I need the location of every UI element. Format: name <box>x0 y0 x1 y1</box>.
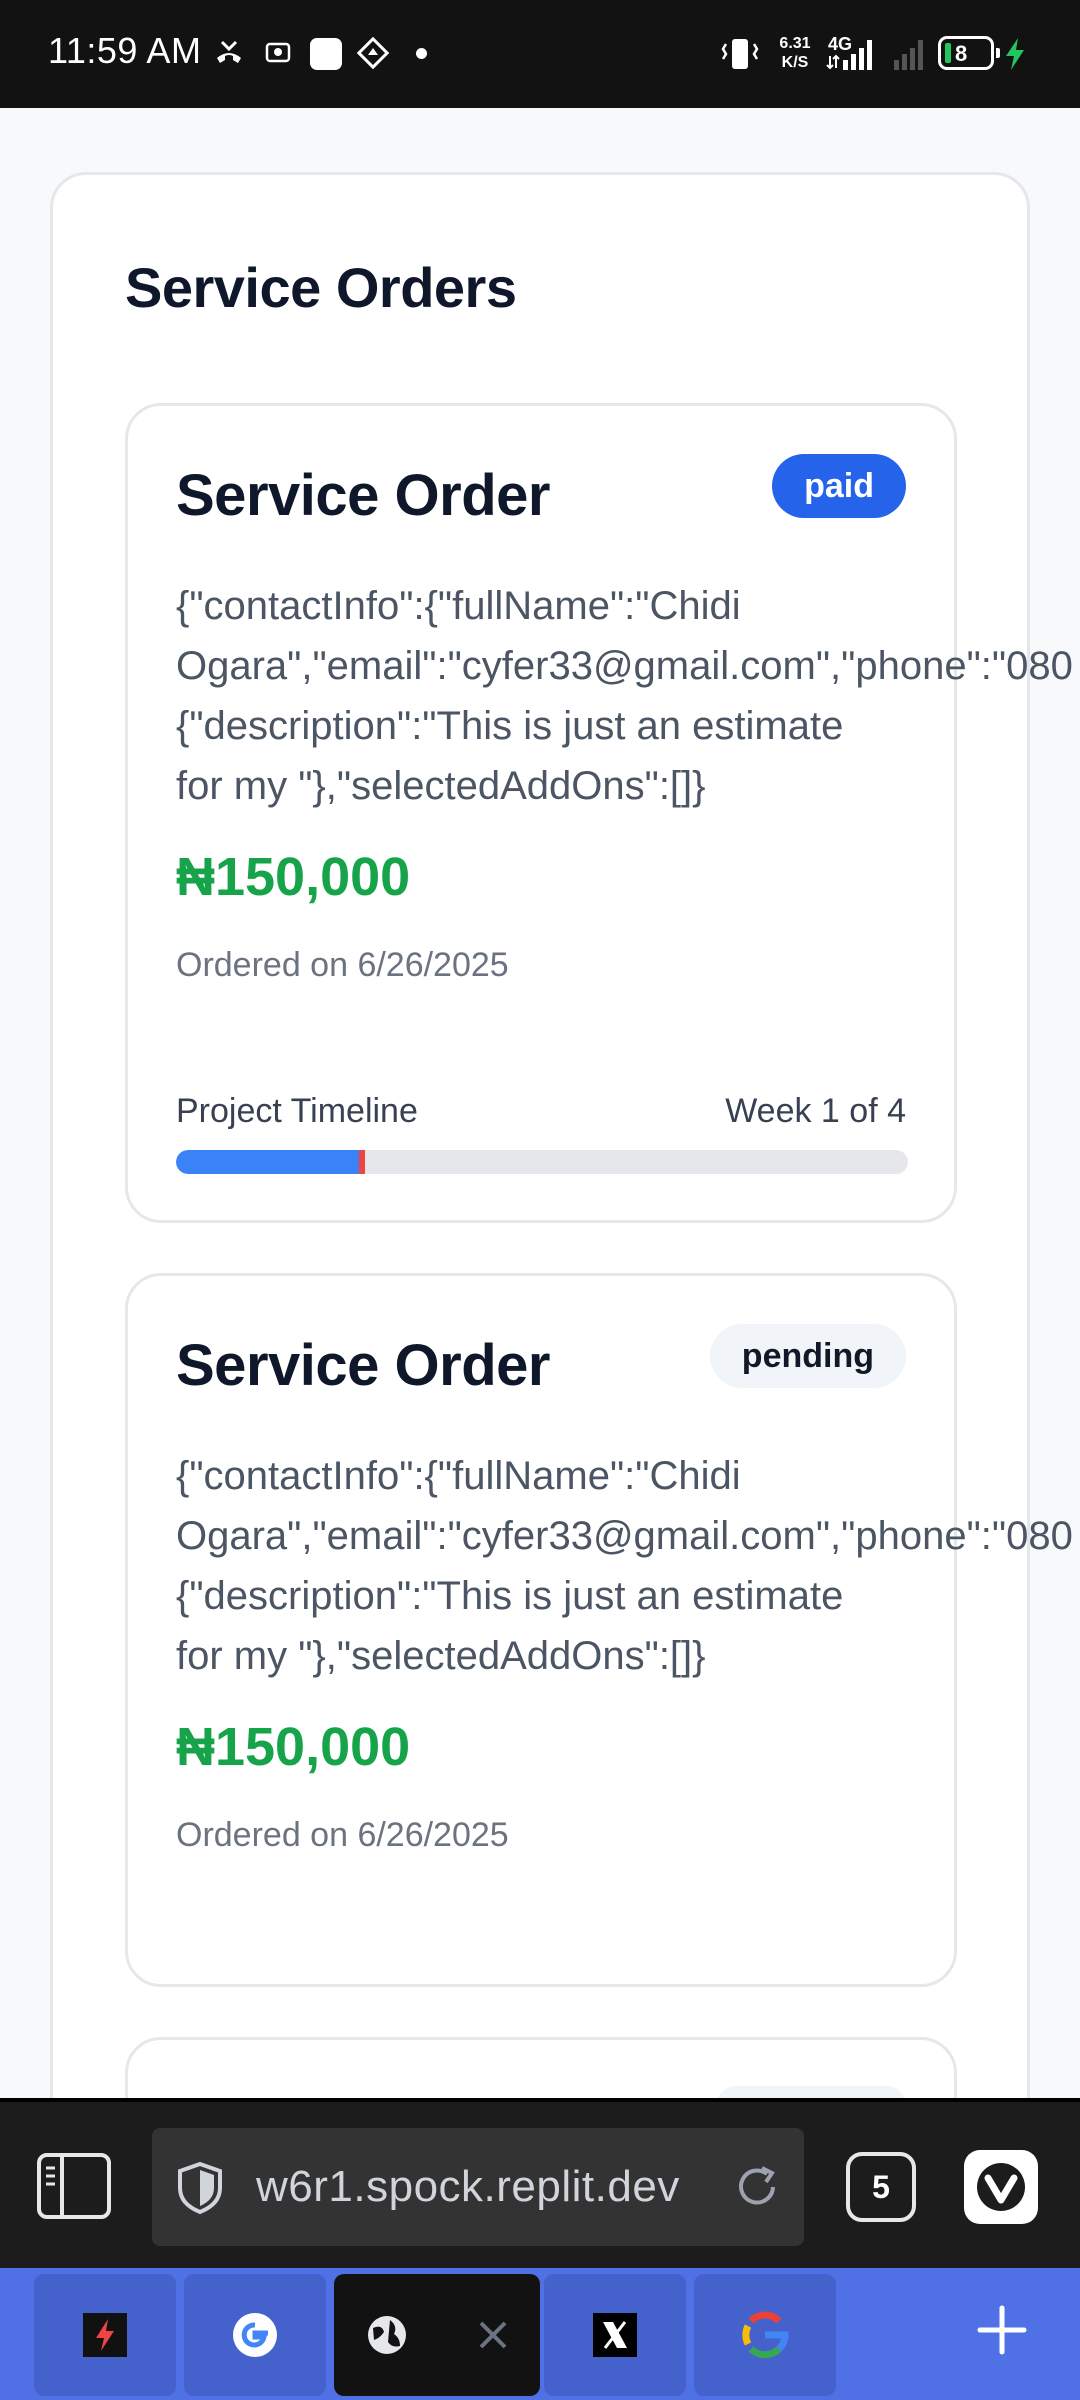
reload-icon[interactable] <box>732 2162 782 2212</box>
dot-icon <box>416 48 427 59</box>
status-badge <box>716 2086 906 2098</box>
order-title: Service Order <box>176 1333 550 1398</box>
details-line: {"contactInfo":{"fullName":"Chidi <box>176 584 741 628</box>
vivaldi-menu-icon[interactable] <box>964 2150 1038 2224</box>
details-line: for my "},"selectedAddOns":[]} <box>176 1634 706 1678</box>
order-price: ₦150,000 <box>176 1717 411 1777</box>
signal-icon <box>826 40 872 70</box>
timeline-progress-fill <box>176 1150 359 1174</box>
order-card[interactable]: Service Order paid {"contactInfo":{"full… <box>125 403 1073 1223</box>
network-speed-value: 6.31 <box>779 35 811 52</box>
status-badge: pending <box>709 1324 906 1388</box>
order-date: Ordered on 6/26/2025 <box>176 1816 509 1854</box>
order-price: ₦150,000 <box>176 847 411 907</box>
order-details: {"contactInfo":{"fullName":"Chidi Ogara"… <box>176 1446 1073 1686</box>
tab-x[interactable] <box>544 2274 686 2396</box>
address-bar[interactable]: w6r1.spock.replit.dev <box>152 2128 804 2246</box>
bolt-app-icon <box>83 2313 127 2357</box>
globe-icon <box>368 2316 406 2354</box>
timeline-week: Week 1 of 4 <box>725 1092 906 1130</box>
location-icon <box>356 36 390 70</box>
details-line: {"contactInfo":{"fullName":"Chidi <box>176 1454 741 1498</box>
tab-count-button[interactable]: 5 <box>846 2152 916 2222</box>
order-card[interactable] <box>125 2037 957 2098</box>
timeline-progress-bar <box>176 1150 908 1174</box>
url-text[interactable]: w6r1.spock.replit.dev <box>256 2162 680 2212</box>
charging-icon <box>1006 38 1024 70</box>
screenshot-icon <box>265 42 291 63</box>
page-content: Service Orders Service Order paid {"cont… <box>0 108 1080 2098</box>
google-icon <box>233 2313 277 2357</box>
details-line: {"description":"This is just an estimate <box>176 1574 844 1618</box>
page-title: Service Orders <box>125 256 517 319</box>
order-title: Service Order <box>176 463 550 528</box>
timeline-progress-marker <box>359 1150 365 1174</box>
sidebar-toggle-icon[interactable] <box>36 2152 112 2220</box>
tab-bolt-app[interactable] <box>34 2274 176 2396</box>
vibrate-icon <box>721 39 759 69</box>
battery-icon: 8 <box>938 36 1000 70</box>
app-icon <box>310 38 342 70</box>
google-icon <box>742 2311 789 2359</box>
timeline-label: Project Timeline <box>176 1092 418 1130</box>
tab-bar <box>0 2268 1080 2400</box>
status-badge: paid <box>772 454 906 518</box>
add-tab-icon[interactable] <box>970 2298 1034 2362</box>
status-time: 11:59 AM <box>48 30 202 71</box>
orders-panel: Service Orders Service Order paid {"cont… <box>50 172 1073 2098</box>
browser-toolbar: w6r1.spock.replit.dev 5 <box>0 2098 1080 2268</box>
order-card[interactable]: Service Order pending {"contactInfo":{"f… <box>125 1273 1073 1987</box>
shield-icon[interactable] <box>174 2160 226 2216</box>
tab-google[interactable] <box>184 2274 326 2396</box>
order-details: {"contactInfo":{"fullName":"Chidi Ogara"… <box>176 576 1073 816</box>
missed-call-icon <box>217 40 241 63</box>
battery-level: 8 <box>955 41 968 66</box>
network-speed-unit: K/S <box>781 54 809 71</box>
details-line: {"description":"This is just an estimate <box>176 704 844 748</box>
tab-active[interactable] <box>334 2274 540 2396</box>
order-date: Ordered on 6/26/2025 <box>176 946 509 984</box>
details-line: Ogara","email":"cyfer33@gmail.com","phon… <box>176 644 1073 688</box>
close-tab-icon[interactable] <box>474 2316 512 2354</box>
x-icon <box>593 2313 637 2357</box>
status-bar: 11:59 AM 6.31 K/S 4G 8 <box>0 0 1080 108</box>
details-line: Ogara","email":"cyfer33@gmail.com","phon… <box>176 1514 1073 1558</box>
signal-weak-icon <box>894 40 923 70</box>
details-line: for my "},"selectedAddOns":[]} <box>176 764 706 808</box>
tab-google[interactable] <box>694 2274 836 2396</box>
